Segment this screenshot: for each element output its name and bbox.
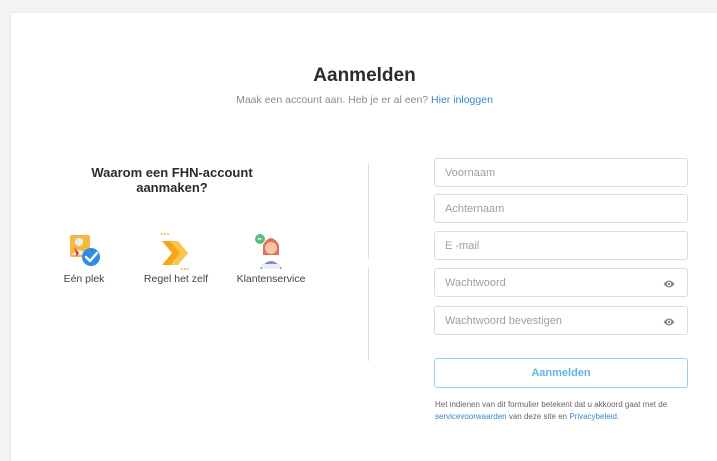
why-heading: Waarom een FHN-account aanmaken? [77, 165, 267, 195]
legal-notice: Het indienen van dit formulier betekent … [435, 399, 705, 423]
feature-label: Eén plek [63, 273, 105, 285]
login-link[interactable]: Hier inloggen [431, 94, 493, 106]
support-agent-icon [251, 231, 291, 271]
legal-text-1: Het indienen van dit formulier betekent … [435, 400, 668, 409]
feature-customer-service: Klantenservice [231, 231, 311, 285]
signup-card: Aanmelden Maak een account aan. Heb je e… [10, 12, 717, 461]
password-confirm-field[interactable] [434, 306, 688, 335]
password-field[interactable] [434, 268, 688, 297]
subtitle-text: Maak een account aan. Heb je er al een? [236, 94, 429, 106]
last-name-field[interactable] [434, 194, 688, 223]
password-confirm-input[interactable] [435, 307, 687, 334]
email-input[interactable] [435, 232, 687, 259]
show-password-eye-icon[interactable] [663, 278, 675, 290]
page-title: Aanmelden [313, 65, 416, 86]
terms-link[interactable]: servicevoorwaarden [435, 412, 507, 421]
privacy-link[interactable]: Privacybeleid [569, 412, 617, 421]
arrow-chevrons-icon [156, 231, 196, 271]
feature-self-service: Regel het zelf [137, 231, 215, 285]
legal-text-3: . [616, 412, 620, 421]
signup-submit-button[interactable]: Aanmelden [434, 358, 688, 388]
legal-text-2: van deze site en [508, 412, 568, 421]
user-checkmark-icon [64, 231, 104, 271]
show-password-confirm-eye-icon[interactable] [663, 316, 675, 328]
first-name-input[interactable] [435, 159, 687, 186]
email-field[interactable] [434, 231, 688, 260]
last-name-input[interactable] [435, 195, 687, 222]
vertical-divider-top [368, 163, 369, 259]
why-heading-line2: aanmaken? [136, 180, 208, 195]
feature-label: Regel het zelf [143, 273, 209, 285]
vertical-divider-bottom [368, 267, 369, 361]
feature-one-place: Eén plek [59, 231, 109, 285]
page-subtitle: Maak een account aan. Heb je er al een? … [11, 94, 717, 106]
first-name-field[interactable] [434, 158, 688, 187]
feature-label: Klantenservice [236, 273, 306, 285]
why-heading-line1: Waarom een FHN-account [91, 165, 253, 180]
password-input[interactable] [435, 269, 687, 296]
